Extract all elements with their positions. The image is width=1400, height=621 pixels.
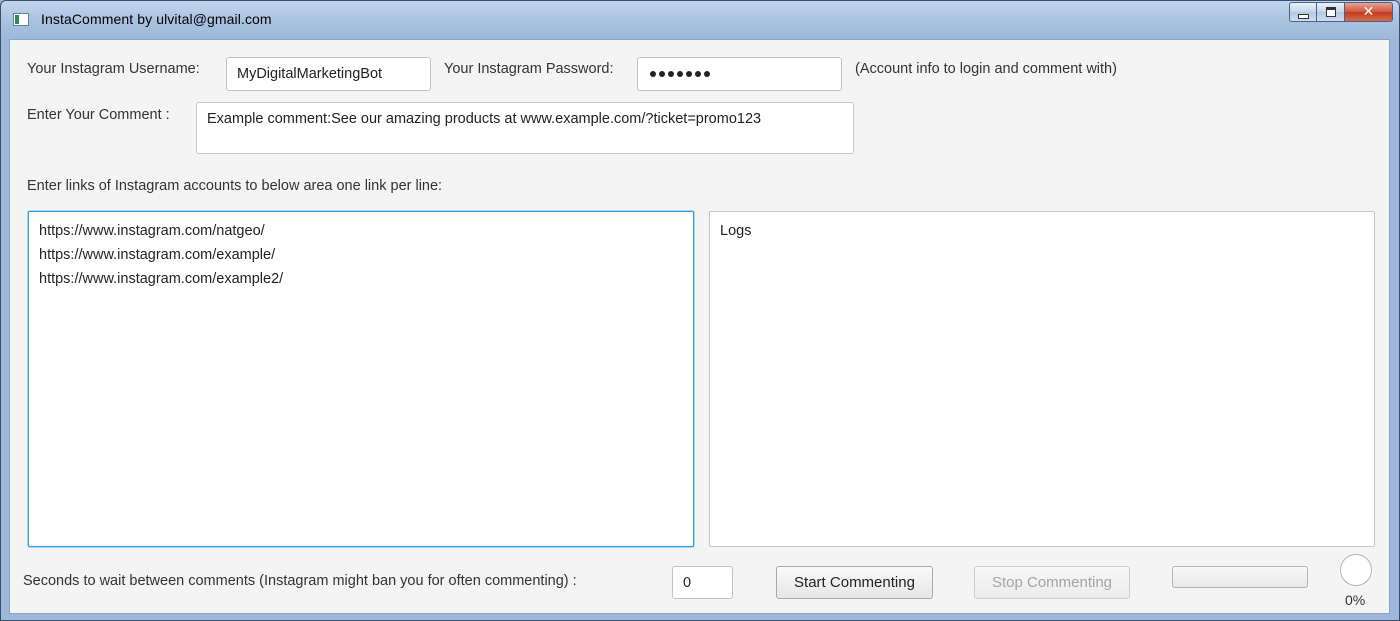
password-dot <box>704 71 710 78</box>
title-bar[interactable]: InstaComment by ulvital@gmail.com ✕ <box>1 1 1399 39</box>
link-line: https://www.instagram.com/example/ <box>39 247 276 263</box>
password-dot <box>650 71 656 78</box>
progress-percent: 0% <box>1345 592 1366 608</box>
comment-value: Example comment:See our amazing products… <box>207 111 762 127</box>
comment-input[interactable]: Example comment:See our amazing products… <box>196 102 854 154</box>
main-panel: Your Instagram Username: MyDigitalMarket… <box>9 39 1390 614</box>
link-line: https://www.instagram.com/natgeo/ <box>39 223 265 239</box>
maximize-button[interactable] <box>1317 2 1345 22</box>
username-value: MyDigitalMarketingBot <box>237 66 383 82</box>
password-dot <box>659 71 665 78</box>
password-dot <box>668 71 674 78</box>
progress-indicator-icon <box>1340 554 1372 586</box>
maximize-icon <box>1325 7 1336 17</box>
app-window-icon <box>13 13 29 26</box>
window-title: InstaComment by ulvital@gmail.com <box>41 11 272 27</box>
minimize-icon <box>1297 13 1309 19</box>
wait-seconds-label: Seconds to wait between comments (Instag… <box>23 573 577 589</box>
password-field[interactable] <box>637 57 842 91</box>
stop-commenting-button[interactable]: Stop Commenting <box>974 566 1130 599</box>
close-button[interactable]: ✕ <box>1345 2 1393 22</box>
password-dot <box>677 71 683 78</box>
start-commenting-button[interactable]: Start Commenting <box>776 566 933 599</box>
link-line: https://www.instagram.com/example2/ <box>39 271 284 287</box>
password-dot <box>686 71 692 78</box>
password-mask <box>650 66 713 82</box>
close-icon: ✕ <box>1362 4 1375 20</box>
password-label: Your Instagram Password: <box>444 61 614 77</box>
comment-label: Enter Your Comment : <box>27 107 170 123</box>
wait-seconds-input[interactable]: 0 <box>672 566 733 599</box>
logs-textarea[interactable]: Logs <box>709 211 1375 547</box>
links-label: Enter links of Instagram accounts to bel… <box>27 178 443 194</box>
minimize-button[interactable] <box>1289 2 1317 22</box>
logs-text: Logs <box>720 223 752 239</box>
links-textarea[interactable]: https://www.instagram.com/natgeo/ https:… <box>28 211 694 547</box>
wait-seconds-value: 0 <box>683 574 692 591</box>
progress-bar <box>1172 566 1308 588</box>
password-dot <box>695 71 701 78</box>
username-field[interactable]: MyDigitalMarketingBot <box>226 57 431 91</box>
username-label: Your Instagram Username: <box>27 61 200 77</box>
caption-buttons: ✕ <box>1289 2 1393 26</box>
account-note: (Account info to login and comment with) <box>855 61 1117 77</box>
app-window: InstaComment by ulvital@gmail.com ✕ Your… <box>0 0 1400 621</box>
